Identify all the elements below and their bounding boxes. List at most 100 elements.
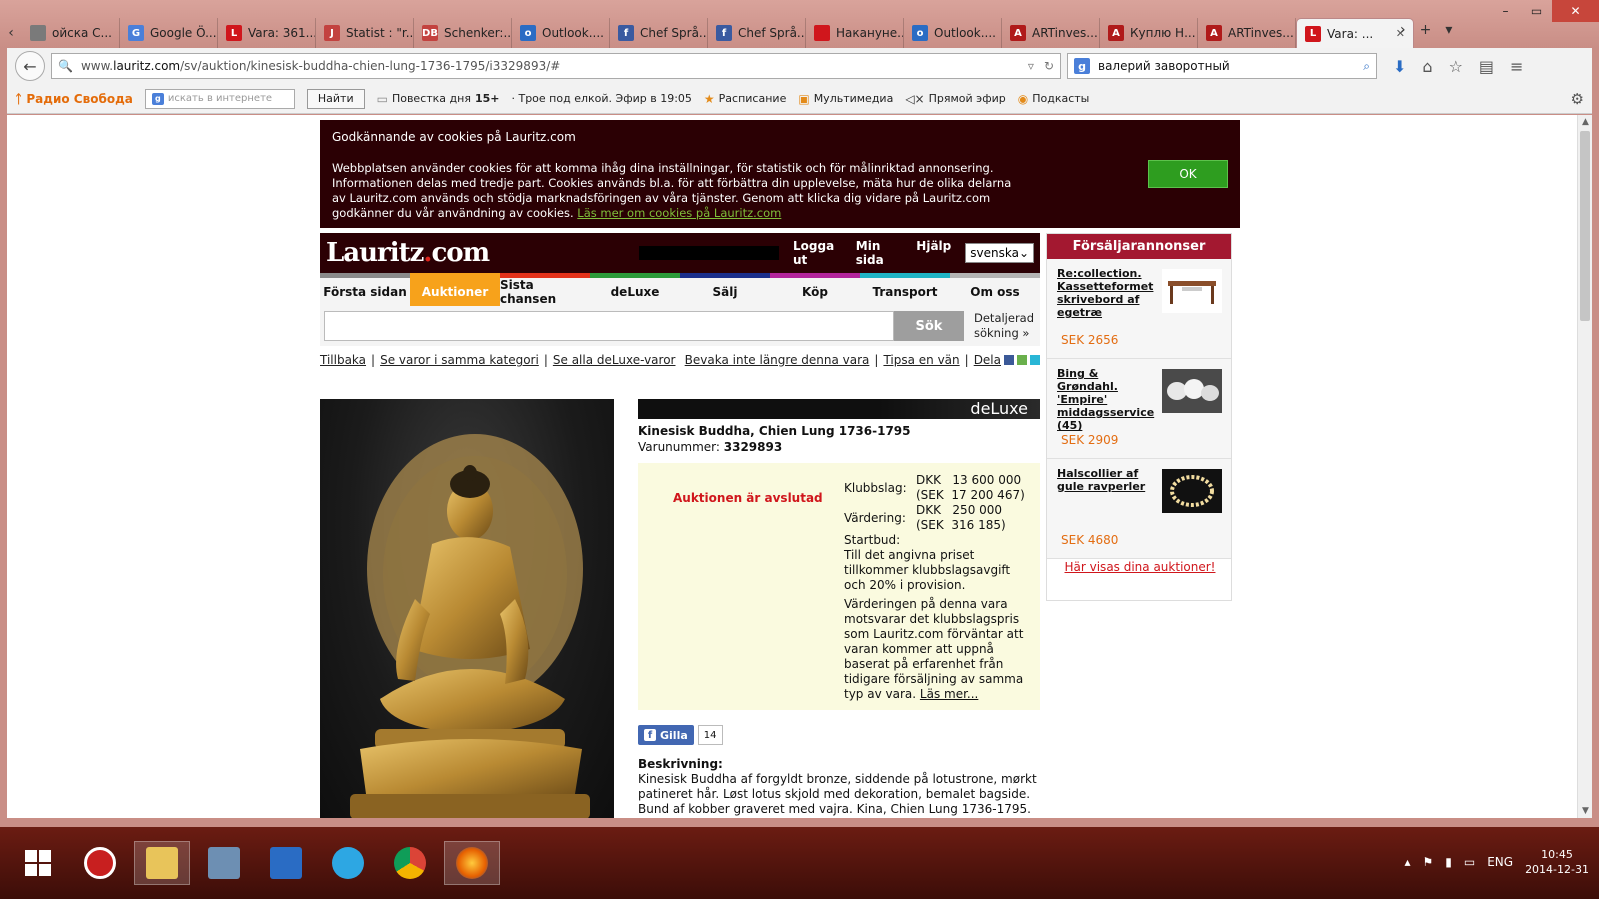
search-button[interactable]: Sök: [894, 311, 964, 341]
ad-title[interactable]: Bing & Grøndahl. 'Empire' middagsservice…: [1057, 367, 1157, 432]
all-deluxe-link[interactable]: Se alla deLuxe-varor: [553, 353, 676, 367]
same-category-link[interactable]: Se varor i samma kategori: [380, 353, 539, 367]
cookie-ok-button[interactable]: OK: [1148, 160, 1228, 188]
minimize-icon[interactable]: –: [1490, 0, 1521, 22]
scroll-up-icon[interactable]: ▲: [1578, 115, 1593, 129]
settings-gear-icon[interactable]: ⚙: [1571, 90, 1584, 108]
desk-thumbnail[interactable]: [1162, 269, 1222, 313]
like-button[interactable]: f Gilla: [638, 725, 694, 745]
clock[interactable]: 10:45 2014-12-31: [1525, 847, 1589, 877]
ad-item[interactable]: Halscollier af gule ravperler SEK 4680: [1047, 459, 1231, 559]
browser-tab[interactable]: o Outlook....: [904, 18, 1002, 48]
reading-list-icon[interactable]: ▤: [1479, 57, 1494, 76]
twitter-icon[interactable]: [1030, 355, 1040, 365]
home-icon[interactable]: ⌂: [1422, 57, 1432, 76]
tray-expand-icon[interactable]: ▴: [1404, 855, 1410, 869]
network-icon[interactable]: ▭: [1464, 855, 1475, 869]
page-scrollbar[interactable]: ▲ ▼: [1577, 115, 1592, 818]
maximize-icon[interactable]: ▭: [1521, 0, 1552, 22]
bookmark-star-icon[interactable]: ☆: [1449, 57, 1463, 76]
radio-svoboda-link[interactable]: ᛏ Радио Свобода: [15, 92, 133, 106]
taskbar-ie[interactable]: [320, 841, 376, 885]
search-go-icon[interactable]: ⌕: [1363, 59, 1370, 74]
browser-tab[interactable]: A Куплю Н...: [1100, 18, 1198, 48]
google-share-icon[interactable]: [1017, 355, 1027, 365]
bookmark-multimedia[interactable]: ▣ Мультимедиа: [798, 92, 893, 106]
tab-scroll-right-icon[interactable]: ›: [1400, 22, 1406, 38]
taskbar-explorer[interactable]: [134, 841, 190, 885]
unwatch-link[interactable]: Bevaka inte längre denna vara: [685, 353, 870, 367]
ad-item[interactable]: Re:collection. Kassetteformet skrivebord…: [1047, 259, 1231, 359]
bookmark-schedule[interactable]: ★ Расписание: [704, 92, 786, 106]
url-bar[interactable]: 🔍 www.lauritz.com/sv/auktion/kinesisk-bu…: [51, 53, 1061, 79]
browser-tab[interactable]: J Statist : "r...: [316, 18, 414, 48]
menu-item[interactable]: Köp: [770, 278, 860, 306]
menu-icon[interactable]: ≡: [1510, 57, 1523, 76]
site-search-input[interactable]: [324, 311, 894, 341]
facebook-icon[interactable]: [1004, 355, 1014, 365]
ad-title[interactable]: Halscollier af gule ravperler: [1057, 467, 1157, 493]
cookie-more-link[interactable]: Läs mer om cookies på Lauritz.com: [577, 206, 781, 220]
browser-tab[interactable]: A ARTinves...: [1198, 18, 1296, 48]
menu-item[interactable]: Auktioner: [410, 278, 500, 306]
browser-tab[interactable]: A ARTinves...: [1002, 18, 1100, 48]
scrollbar-thumb[interactable]: [1580, 131, 1590, 321]
logout-link[interactable]: Logga ut: [793, 239, 840, 267]
scroll-down-icon[interactable]: ▼: [1578, 804, 1593, 818]
taskbar-scanner[interactable]: [196, 841, 252, 885]
bookmark-broadcast[interactable]: · Трое под елкой. Эфир в 19:05: [511, 92, 691, 105]
bookmark-podcasts[interactable]: ◉ Подкасты: [1018, 92, 1090, 106]
menu-item[interactable]: Sista chansen: [500, 278, 590, 306]
taskbar-power-app[interactable]: [72, 841, 128, 885]
tab-scroll-left-icon[interactable]: ‹: [0, 18, 22, 48]
share-link[interactable]: Dela: [974, 353, 1001, 367]
window-close-icon[interactable]: ✕: [1552, 0, 1599, 22]
tab-list-icon[interactable]: ▾: [1445, 22, 1452, 38]
download-icon[interactable]: ⬇: [1393, 57, 1406, 76]
help-link[interactable]: Hjälp: [916, 239, 951, 267]
flag-icon[interactable]: ⚑: [1422, 855, 1433, 869]
browser-tab[interactable]: f Chef Språ...: [610, 18, 708, 48]
browser-tab[interactable]: DB Schenker:...: [414, 18, 512, 48]
ad-title[interactable]: Re:collection. Kassetteformet skrivebord…: [1057, 267, 1157, 319]
menu-item[interactable]: Första sidan: [320, 278, 410, 306]
tip-friend-link[interactable]: Tipsa en vän: [883, 353, 959, 367]
language-select[interactable]: svenska ⌄: [965, 243, 1034, 263]
google-icon[interactable]: g: [1074, 58, 1090, 74]
taskbar-firefox[interactable]: [444, 841, 500, 885]
taskbar-calculator[interactable]: [258, 841, 314, 885]
dropdown-icon[interactable]: ▿: [1028, 59, 1034, 73]
battery-icon[interactable]: ▮: [1445, 855, 1452, 869]
language-indicator[interactable]: ENG: [1487, 855, 1513, 869]
taskbar-chrome[interactable]: [382, 841, 438, 885]
toolbar-search-button[interactable]: Найти: [306, 88, 365, 109]
browser-tab[interactable]: L Vara: 361...: [218, 18, 316, 48]
browser-tab[interactable]: Накануне...: [806, 18, 904, 48]
item-photo[interactable]: [320, 399, 614, 818]
browser-tab[interactable]: G Google Ö...: [120, 18, 218, 48]
browser-tab[interactable]: o Outlook....: [512, 18, 610, 48]
search-bar[interactable]: g валерий заворотный ⌕: [1067, 53, 1377, 79]
menu-item[interactable]: deLuxe: [590, 278, 680, 306]
back-link[interactable]: Tillbaka: [320, 353, 366, 367]
menu-item[interactable]: Sälj: [680, 278, 770, 306]
back-arrow-icon[interactable]: ←: [15, 51, 45, 81]
lauritz-logo[interactable]: Lauritz.com: [326, 238, 490, 268]
menu-item[interactable]: Om oss: [950, 278, 1040, 306]
bookmark-live[interactable]: ◁× Прямой эфир: [905, 92, 1005, 106]
menu-item[interactable]: Transport: [860, 278, 950, 306]
dinnerware-thumbnail[interactable]: [1162, 369, 1222, 413]
start-button[interactable]: [10, 841, 66, 885]
reload-icon[interactable]: ↻: [1044, 59, 1054, 73]
tab-active[interactable]: L Vara: ... ✕: [1296, 18, 1414, 48]
read-more-link[interactable]: Läs mer...: [920, 687, 978, 701]
amber-necklace-thumbnail[interactable]: [1162, 469, 1222, 513]
bookmark-agenda[interactable]: ▭ Повестка дня 15+: [377, 92, 500, 106]
ad-item[interactable]: Bing & Grøndahl. 'Empire' middagsservice…: [1047, 359, 1231, 459]
browser-tab[interactable]: ойска С...: [22, 18, 120, 48]
my-auctions-link[interactable]: Här visas dina auktioner!: [1047, 560, 1233, 574]
browser-tab[interactable]: f Chef Språ...: [708, 18, 806, 48]
new-tab-icon[interactable]: +: [1420, 22, 1432, 38]
toolbar-search-input[interactable]: g искать в интернете: [144, 88, 295, 109]
advanced-search-link[interactable]: Detaljerad sökning »: [974, 311, 1034, 341]
